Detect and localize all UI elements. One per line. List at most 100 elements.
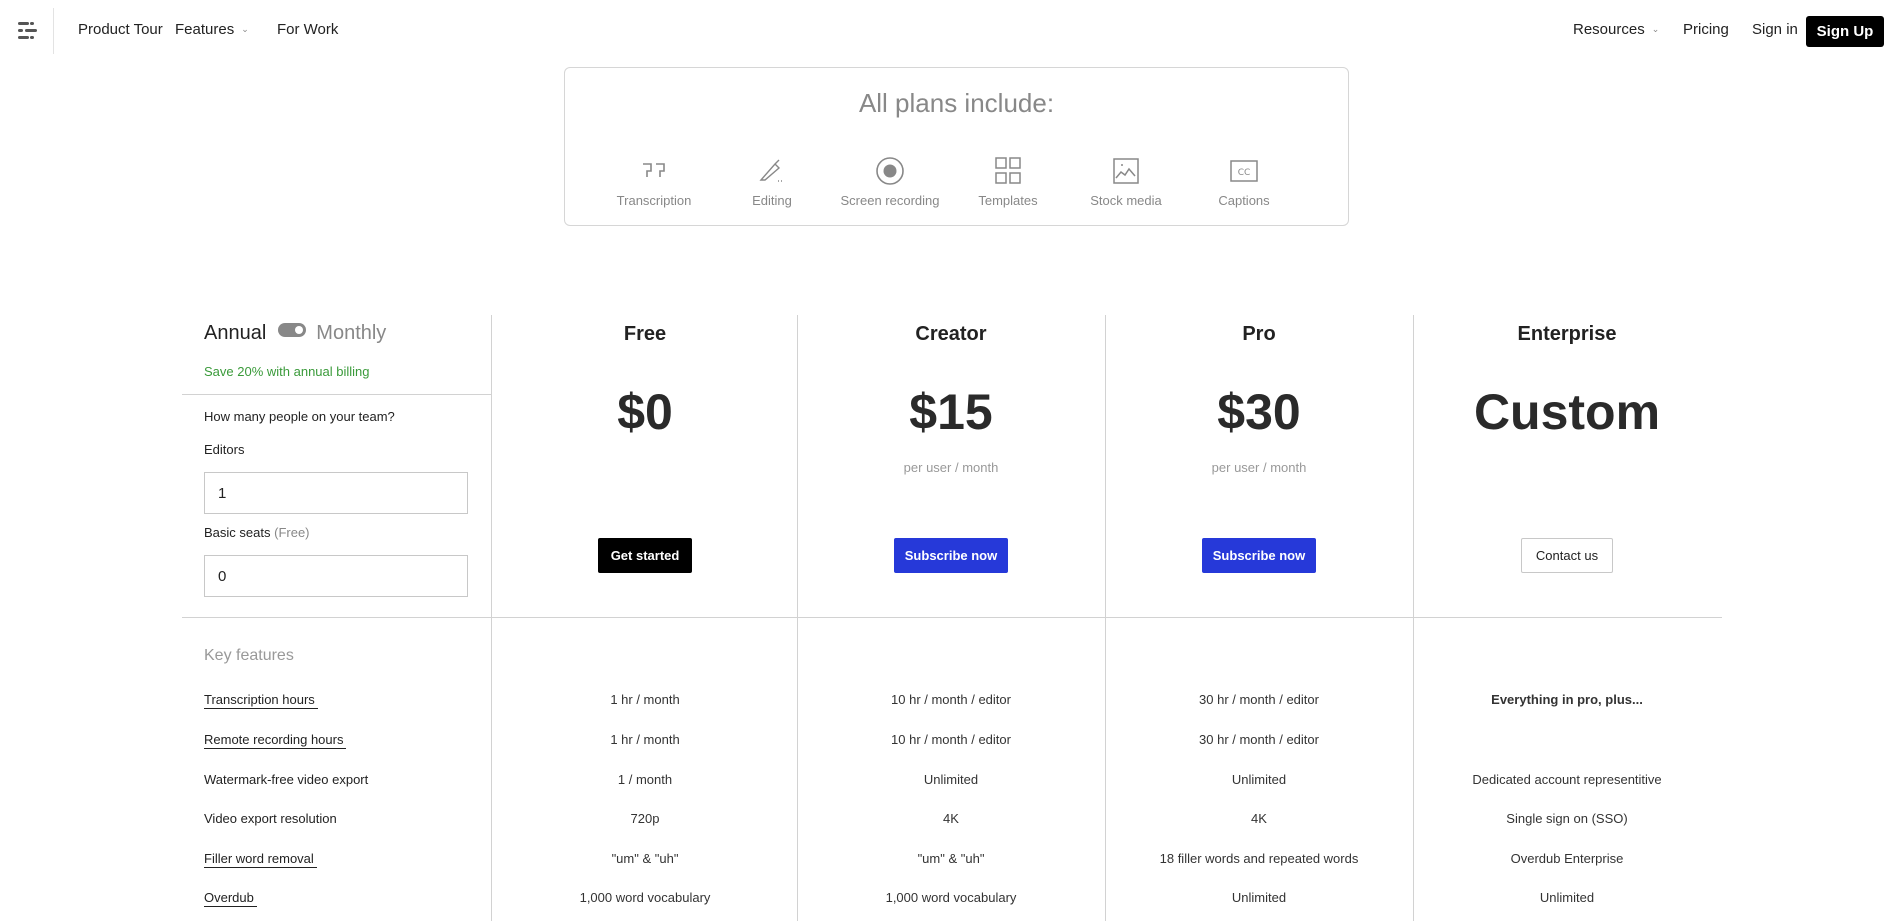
plan-price: $0 [617, 384, 673, 440]
feature-cell: "um" & "uh" [611, 851, 679, 866]
nav-features[interactable]: Features ⌄ [175, 21, 249, 38]
grid-icon [995, 157, 1021, 184]
plan-name: Pro [1242, 323, 1276, 345]
feature-cell: Overdub Enterprise [1510, 851, 1624, 866]
feature-cell: Dedicated account representitive [1472, 772, 1662, 787]
feature-cell: 10 hr / month / editor [891, 692, 1011, 707]
toggle-knob [295, 326, 304, 334]
feature-cell: 1 hr / month [610, 692, 680, 707]
feature-cell: Single sign on (SSO) [1506, 811, 1628, 826]
basic-seats-label: Basic seats (Free) [204, 525, 310, 540]
basic-seats-input[interactable] [204, 555, 468, 597]
feature-cell: 4K [1251, 811, 1267, 826]
billing-toggle[interactable] [278, 323, 307, 337]
include-item-captions: CC Captions [1185, 154, 1303, 208]
nav-product-tour[interactable]: Product Tour [78, 21, 163, 38]
nav-divider [53, 8, 54, 54]
record-icon [876, 157, 904, 185]
include-item-templates: Templates [949, 154, 1067, 208]
include-label: Editing [752, 193, 792, 208]
feature-name: Watermark-free video export [204, 772, 369, 787]
nav-product-tour-label: Product Tour [78, 21, 163, 38]
nav-features-label: Features [175, 21, 235, 38]
feature-cell: 30 hr / month / editor [1199, 692, 1319, 707]
feature-cell: 1,000 word vocabulary [579, 890, 711, 905]
team-size-question: How many people on your team? [204, 409, 395, 424]
feature-cell: 30 hr / month / editor [1199, 732, 1319, 747]
feature-cell: Everything in pro, plus... [1491, 692, 1643, 707]
contact-us-button[interactable]: Contact us [1521, 538, 1613, 573]
billing-toggle-group: Annual Monthly [204, 322, 386, 345]
feature-cell: Unlimited [1231, 890, 1287, 905]
include-item-screen-recording: Screen recording [831, 154, 949, 208]
chevron-down-icon: ⌄ [1651, 24, 1660, 34]
feature-cell: Unlimited [923, 772, 979, 787]
nav-for-work-label: For Work [277, 21, 339, 38]
plan-free: Free $0 Get started [491, 315, 799, 615]
quote-icon [643, 163, 665, 177]
plan-price: $30 [1217, 384, 1301, 440]
include-item-editing: Editing [713, 154, 831, 208]
row-divider [182, 394, 491, 395]
feature-name[interactable]: Remote recording hours [204, 732, 347, 749]
feature-name: Video export resolution [204, 811, 337, 826]
logo-icon[interactable] [16, 20, 38, 42]
get-started-button[interactable]: Get started [598, 538, 692, 573]
plan-price: $15 [909, 384, 993, 440]
feature-name[interactable]: Filler word removal [204, 851, 317, 868]
feature-name[interactable]: Transcription hours [204, 692, 318, 709]
sign-up-button[interactable]: Sign Up [1806, 16, 1884, 47]
annual-savings-note: Save 20% with annual billing [204, 364, 370, 379]
plan-creator: Creator $15 per user / month Subscribe n… [797, 315, 1105, 615]
nav-pricing-label: Pricing [1683, 21, 1729, 38]
include-label: Templates [978, 193, 1038, 208]
all-plans-title: All plans include: [858, 88, 1055, 118]
plan-pro: Pro $30 per user / month Subscribe now [1105, 315, 1413, 615]
plan-name: Creator [915, 323, 987, 345]
feature-cell: "um" & "uh" [917, 851, 985, 866]
include-item-stock-media: Stock media [1067, 154, 1185, 208]
svg-text:CC: CC [1238, 168, 1251, 178]
plan-price: Custom [1473, 384, 1661, 440]
nav-pricing[interactable]: Pricing [1683, 21, 1729, 38]
feature-cell: 720p [630, 811, 660, 826]
feature-cell: 1 hr / month [610, 732, 680, 747]
nav-for-work[interactable]: For Work [277, 21, 338, 38]
feature-cell: 1 / month [617, 772, 673, 787]
editors-label: Editors [204, 442, 245, 457]
feature-cell: 18 filler words and repeated words [1159, 851, 1359, 866]
plan-name: Free [623, 323, 667, 345]
include-label: Stock media [1090, 193, 1162, 208]
editors-input[interactable] [204, 472, 468, 514]
include-label: Captions [1218, 193, 1270, 208]
nav-sign-in[interactable]: Sign in [1752, 21, 1798, 38]
basic-seats-note: (Free) [274, 525, 310, 540]
plan-name: Enterprise [1517, 323, 1617, 345]
feature-cell: 4K [943, 811, 959, 826]
row-divider [182, 617, 1722, 618]
feature-cell: Unlimited [1231, 772, 1287, 787]
annual-label[interactable]: Annual [204, 322, 266, 344]
feature-cell: 1,000 word vocabulary [885, 890, 1017, 905]
include-label: Transcription [616, 193, 692, 208]
feature-name[interactable]: Overdub [204, 890, 257, 907]
key-features-heading: Key features [204, 647, 294, 664]
include-item-transcription: Transcription [595, 154, 713, 208]
monthly-label[interactable]: Monthly [316, 322, 386, 344]
basic-seats-text: Basic seats [204, 525, 271, 540]
feature-cell: 10 hr / month / editor [891, 732, 1011, 747]
subscribe-creator-button[interactable]: Subscribe now [894, 538, 1008, 573]
subscribe-pro-button[interactable]: Subscribe now [1202, 538, 1316, 573]
image-icon [1113, 158, 1139, 184]
top-nav: Product Tour Features ⌄ For Work Resource… [0, 0, 1903, 62]
all-plans-include-box: All plans include: Transcription Editing… [564, 67, 1349, 226]
nav-sign-in-label: Sign in [1752, 21, 1798, 38]
include-label: Screen recording [840, 193, 940, 208]
chevron-down-icon: ⌄ [241, 24, 249, 34]
pencil-icon [759, 159, 782, 182]
plan-enterprise: Enterprise Custom Contact us [1413, 315, 1721, 615]
feature-cell: Unlimited [1539, 890, 1595, 905]
nav-resources[interactable]: Resources ⌄ [1573, 21, 1659, 38]
nav-resources-label: Resources [1573, 21, 1645, 38]
plan-unit: per user / month [1211, 460, 1307, 475]
